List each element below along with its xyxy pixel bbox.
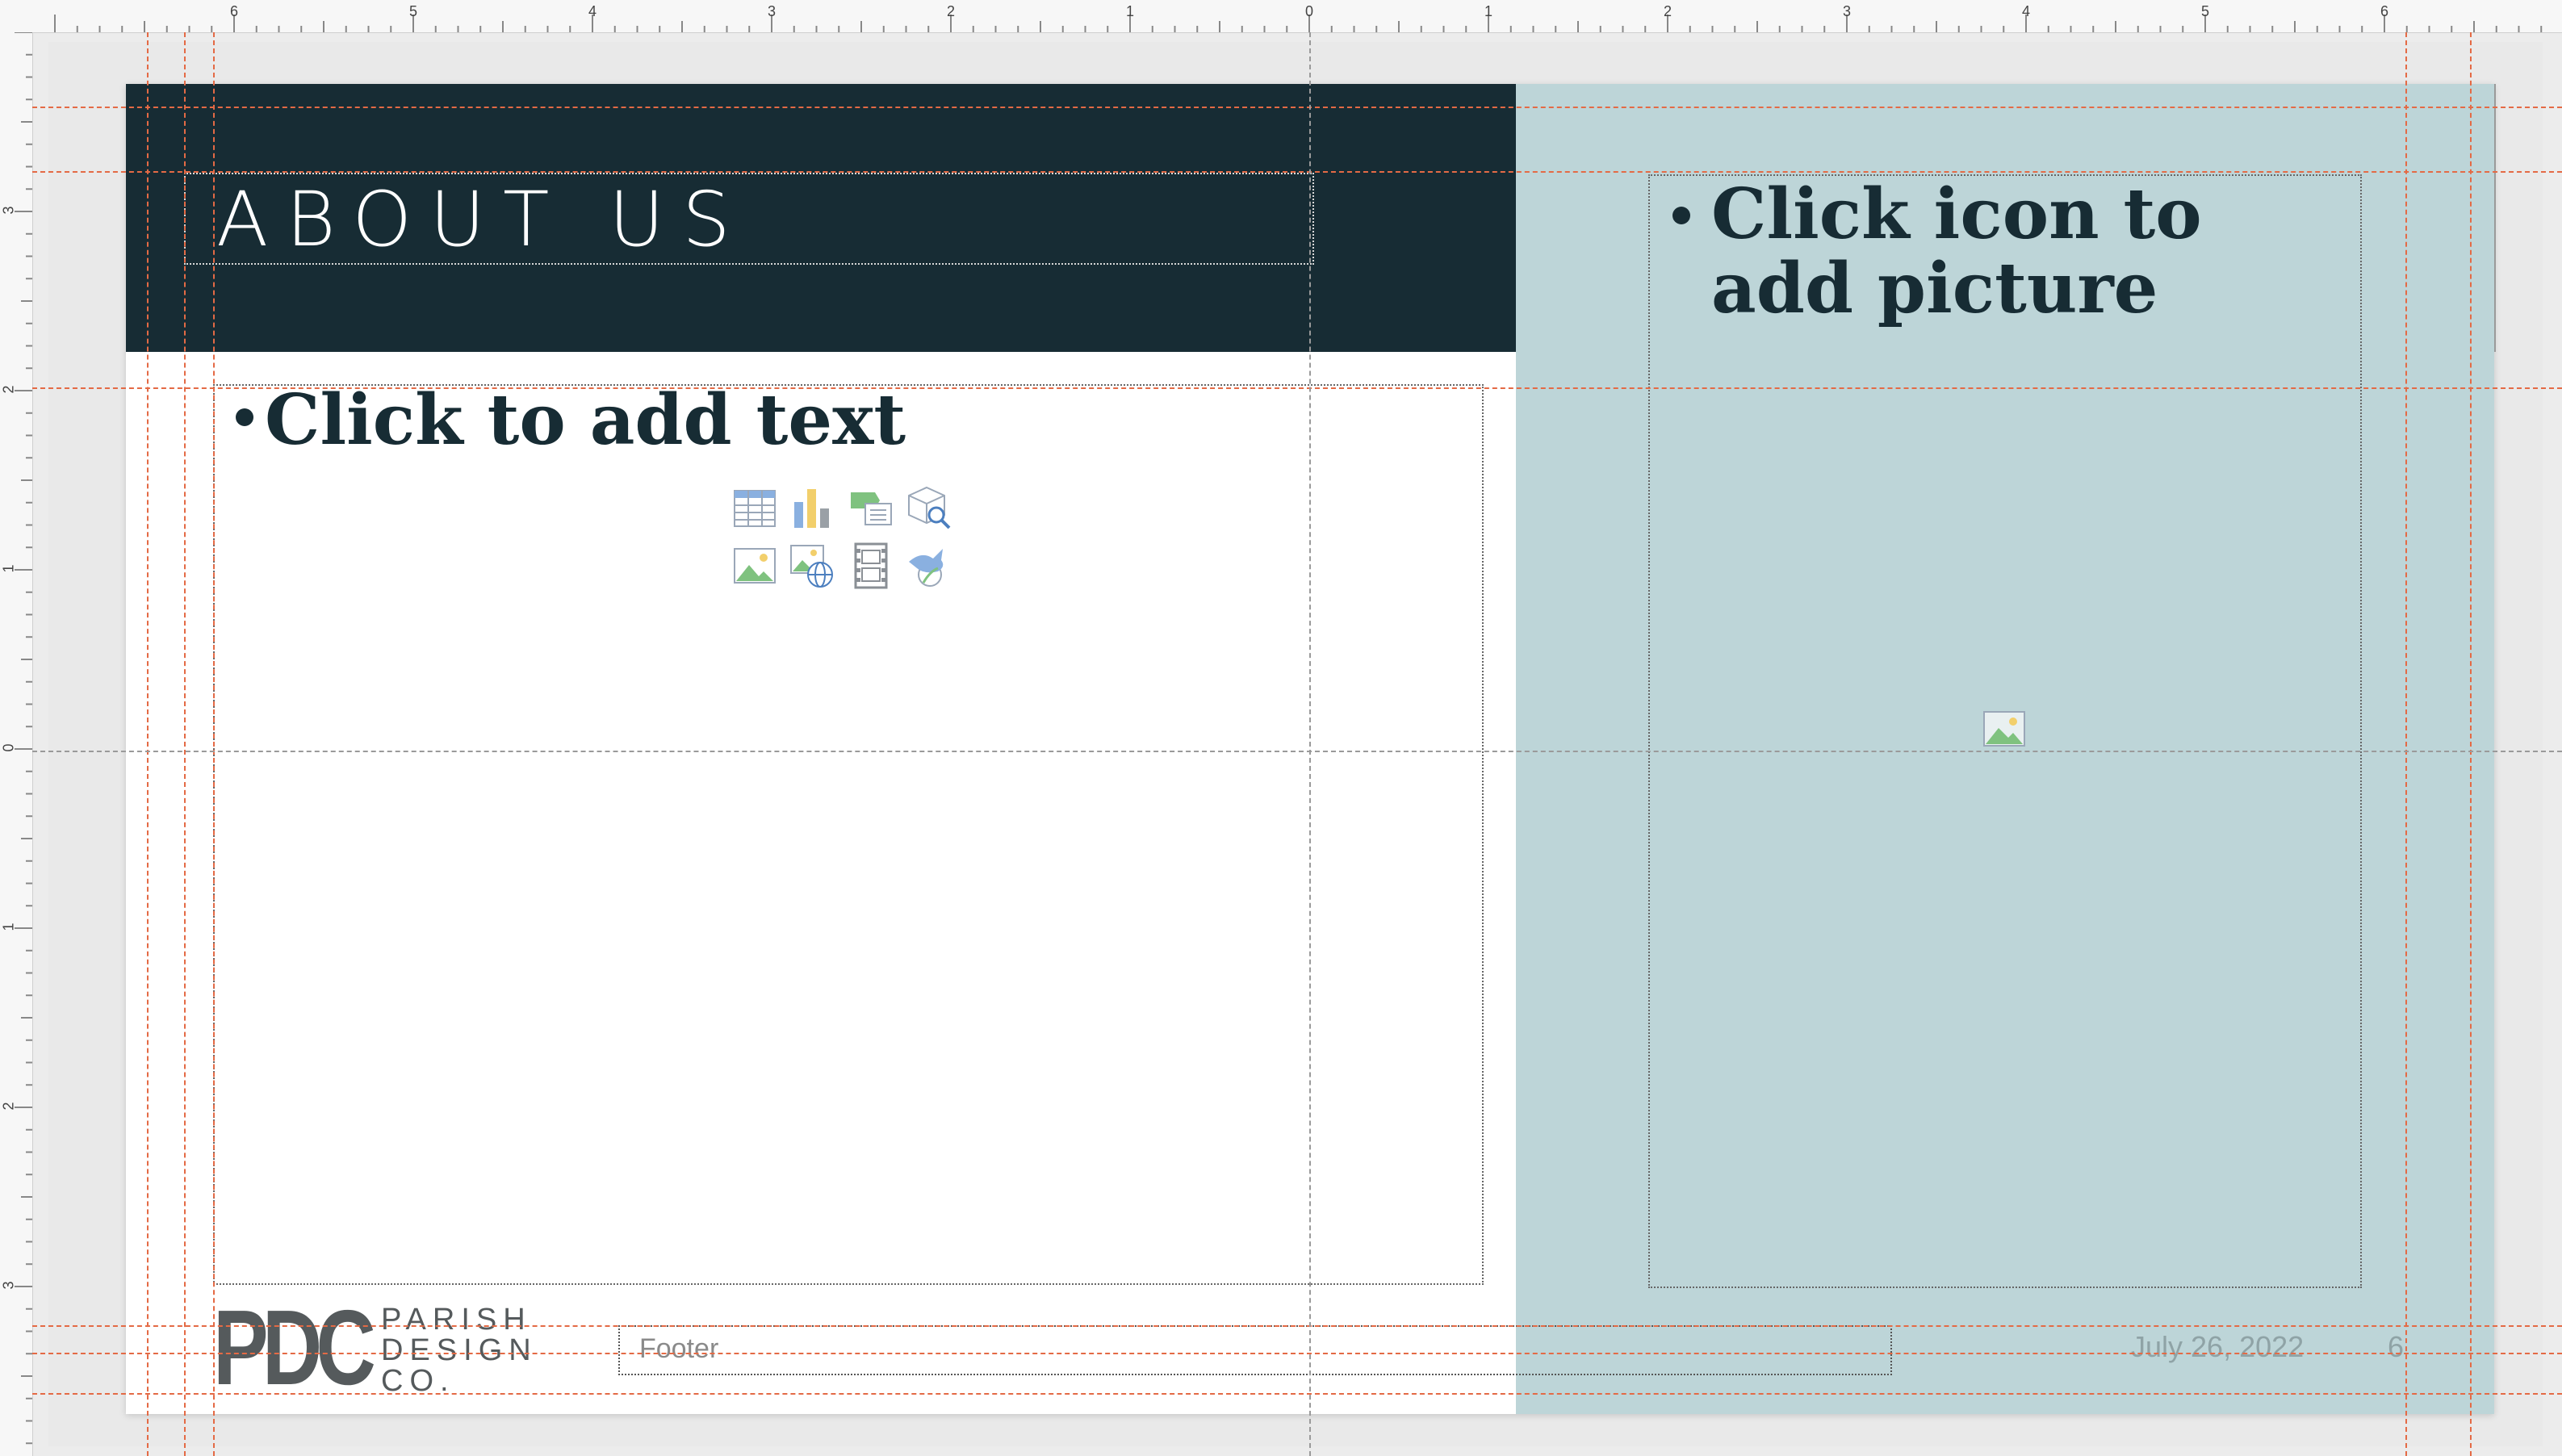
layout-guide-vertical[interactable]	[2405, 32, 2407, 1456]
ruler-label: 4	[2021, 3, 2031, 19]
bullet-dot	[236, 408, 253, 426]
logo-monogram: PDC	[213, 1288, 376, 1407]
footer-text[interactable]: Footer	[639, 1333, 718, 1365]
insert-content-icons	[731, 484, 965, 594]
ruler-label: 2	[0, 385, 17, 394]
ruler-label: 5	[2200, 3, 2210, 19]
ruler-label: 3	[0, 206, 17, 215]
date-field[interactable]: July 26, 2022	[2131, 1330, 2304, 1364]
slide-number[interactable]: 6	[2388, 1330, 2404, 1364]
company-logo: PDC PARISH DESIGN CO.	[213, 1295, 552, 1401]
slide-edge-line	[2494, 84, 2496, 352]
picture-icon[interactable]	[731, 542, 778, 589]
ruler-label: 1	[0, 923, 17, 931]
ruler-label: 1	[1484, 3, 1493, 19]
smartart-icon[interactable]	[848, 484, 894, 531]
ruler-label: 3	[1842, 3, 1852, 19]
ruler-label: 1	[0, 564, 17, 573]
ruler-label: 4	[588, 3, 597, 19]
slide-title[interactable]: ABOUT US	[216, 176, 748, 264]
ruler-label: 6	[2380, 3, 2389, 19]
layout-guide-horizontal[interactable]	[32, 387, 2562, 389]
layout-guide-horizontal[interactable]	[32, 1393, 2562, 1395]
ruler-label: 5	[408, 3, 418, 19]
ruler-label: 2	[946, 3, 956, 19]
layout-guide-vertical[interactable]	[2470, 32, 2472, 1456]
ruler-label: 6	[229, 3, 239, 19]
icons-icon[interactable]	[906, 542, 952, 589]
ruler-label: 0	[0, 743, 17, 752]
horizontal-ruler: 6 5 4 3 2 1 0 1 2 3 4 5 6	[0, 0, 2562, 33]
footer-placeholder[interactable]: Footer	[618, 1325, 1892, 1375]
layout-guide-vertical[interactable]	[213, 32, 215, 1456]
logo-word: CO.	[381, 1364, 455, 1398]
logo-word: PARISH	[381, 1303, 532, 1337]
ruler-label: 2	[0, 1102, 17, 1111]
ruler-label: 3	[767, 3, 777, 19]
center-guide-vertical[interactable]	[1309, 32, 1311, 1456]
ruler-label: 2	[1663, 3, 1672, 19]
layout-guide-vertical[interactable]	[184, 32, 186, 1456]
logo-word: DESIGN	[381, 1333, 538, 1367]
chart-icon[interactable]	[789, 484, 836, 531]
ruler-ticks	[54, 15, 2543, 32]
content-placeholder-text[interactable]: Click to add text	[265, 379, 906, 461]
layout-guide-horizontal[interactable]	[32, 1353, 2562, 1354]
vertical-ruler: 3 2 1 0 1 2 3	[0, 32, 33, 1456]
insert-picture-icon[interactable]	[1982, 710, 2026, 747]
ruler-label: 1	[1125, 3, 1135, 19]
layout-guide-horizontal[interactable]	[32, 1325, 2562, 1327]
layout-guide-vertical[interactable]	[147, 32, 149, 1456]
3d-model-icon[interactable]	[906, 484, 952, 531]
ruler-label: 3	[0, 1281, 17, 1290]
video-icon[interactable]	[848, 542, 894, 589]
table-icon[interactable]	[731, 484, 778, 531]
layout-guide-horizontal[interactable]	[32, 171, 2562, 173]
bullet-dot	[1672, 207, 1690, 224]
ruler-label: 0	[1304, 3, 1314, 19]
title-placeholder[interactable]: ABOUT US	[184, 173, 1314, 265]
layout-guide-horizontal[interactable]	[32, 107, 2562, 108]
online-picture-icon[interactable]	[789, 542, 836, 589]
center-guide-horizontal[interactable]	[32, 751, 2562, 752]
logo-wordmark: PARISH DESIGN CO.	[381, 1304, 538, 1396]
picture-placeholder-text[interactable]: Click icon to add picture	[1711, 178, 2357, 326]
